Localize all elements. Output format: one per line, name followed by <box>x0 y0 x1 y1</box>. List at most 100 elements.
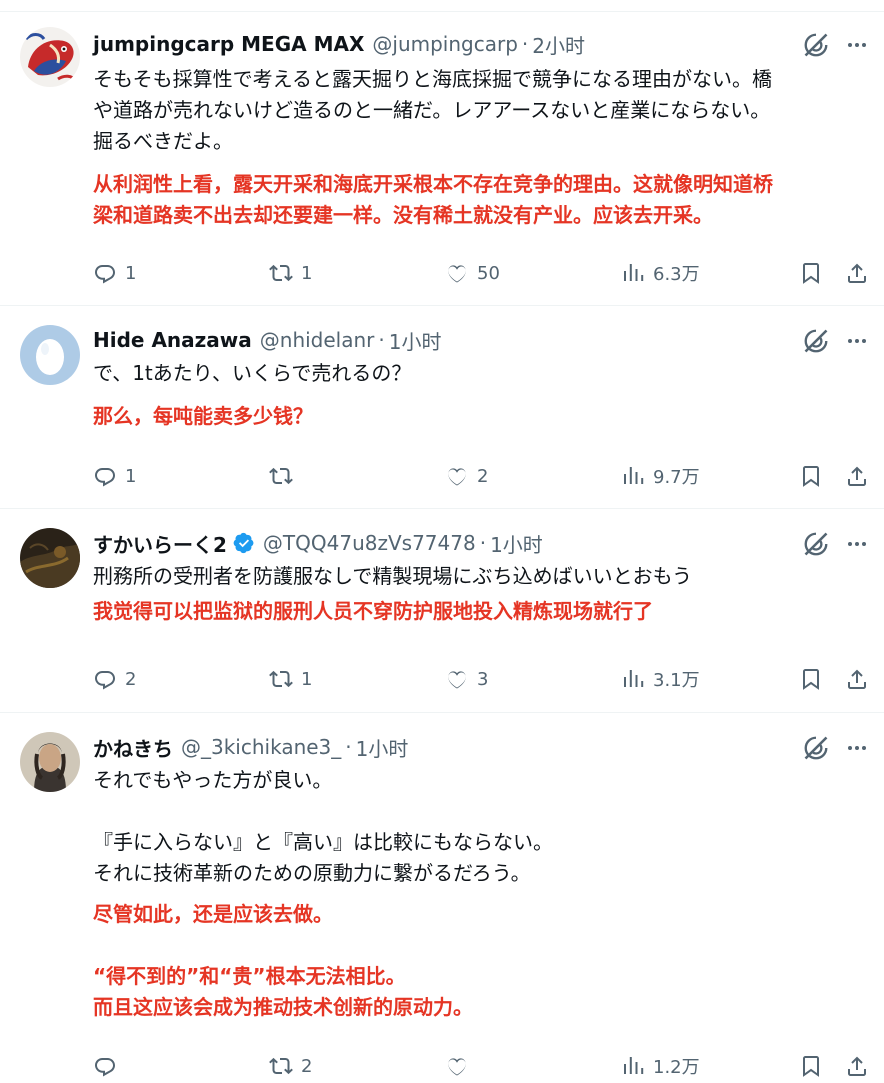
like-icon <box>445 1054 469 1078</box>
separator-dot: · <box>521 32 529 56</box>
share-icon <box>845 667 869 691</box>
reply-icon <box>93 1054 117 1078</box>
bookmark-icon <box>799 261 823 285</box>
like-icon <box>445 464 469 488</box>
display-name[interactable]: かねきち <box>93 733 173 762</box>
display-name[interactable]: Hide Anazawa <box>93 328 252 352</box>
portrait-avatar-image <box>20 732 80 792</box>
tweet-text: 刑務所の受刑者を防護服なしで精製現場にぶち込めばいいとおもう 我觉得可以把监狱的… <box>93 561 862 627</box>
repost-button[interactable]: 1 <box>269 258 312 288</box>
translation-text-line: 梁和道路卖不出去却还要建一样。没有稀土就没有产业。应该去开采。 <box>93 203 713 227</box>
action-bar: 2 1 3 3.1万 <box>93 664 873 694</box>
view-count: 6.3万 <box>653 264 700 285</box>
avatar[interactable] <box>20 528 80 588</box>
views-icon <box>621 261 645 285</box>
share-icon <box>845 261 869 285</box>
display-name[interactable]: jumpingcarp MEGA MAX <box>93 32 364 56</box>
reply-button[interactable] <box>93 1051 125 1081</box>
share-button[interactable] <box>845 664 869 694</box>
repost-count: 1 <box>301 262 313 284</box>
view-count: 3.1万 <box>653 670 700 691</box>
more-icon[interactable] <box>845 31 869 59</box>
like-count: 50 <box>477 262 500 284</box>
original-text-line: や道路が売れないけど造るのと一緒だ。レアアースないと産業にならない。 <box>93 98 771 122</box>
views-button[interactable]: 3.1万 <box>621 664 700 694</box>
original-text-line: それでもやった方が良い。 <box>93 768 333 792</box>
tweet-3[interactable]: すかいらーく2 @TQQ47u8zVs77478 · 1小时 刑務所の受刑者を防… <box>0 510 884 713</box>
tweet-header: かねきち @_3kichikane3_ · 1小时 <box>93 732 408 762</box>
translation-text-line: 从利润性上看，露天开采和海底开采根本不存在竞争的理由。这就像明知道桥 <box>93 172 773 196</box>
like-icon <box>445 667 469 691</box>
repost-count: 1 <box>301 668 313 690</box>
like-button[interactable] <box>445 1051 477 1081</box>
like-count: 3 <box>477 668 489 690</box>
verified-badge-icon <box>233 532 255 554</box>
repost-count: 2 <box>301 1055 313 1077</box>
like-button[interactable]: 3 <box>445 664 488 694</box>
timestamp[interactable]: 1小时 <box>490 529 543 558</box>
bookmark-button[interactable] <box>799 258 823 288</box>
display-name[interactable]: すかいらーく2 <box>93 529 227 558</box>
tweet-4[interactable]: かねきち @_3kichikane3_ · 1小时 それでもやった方が良い。 『… <box>0 714 884 1083</box>
grok-icon[interactable] <box>802 734 830 762</box>
tweet-text: で、1tあたり、いくらで売れるの？ 那么，每吨能卖多少钱？ <box>93 358 862 432</box>
user-handle[interactable]: @_3kichikane3_ <box>181 735 341 759</box>
views-icon <box>621 464 645 488</box>
view-count: 1.2万 <box>653 1057 700 1078</box>
like-count: 2 <box>477 465 489 487</box>
avatar[interactable] <box>20 27 80 87</box>
repost-icon <box>269 667 293 691</box>
repost-icon <box>269 261 293 285</box>
user-handle[interactable]: @jumpingcarp <box>372 32 518 56</box>
more-icon[interactable] <box>845 530 869 558</box>
repost-button[interactable]: 2 <box>269 1051 312 1081</box>
like-button[interactable]: 2 <box>445 461 488 491</box>
reply-icon <box>93 464 117 488</box>
reply-button[interactable]: 1 <box>93 258 136 288</box>
avatar[interactable] <box>20 325 80 385</box>
original-text-line: それに技術革新のための原動力に繋がるだろう。 <box>93 861 531 885</box>
timestamp[interactable]: 2小时 <box>532 30 585 59</box>
views-button[interactable]: 6.3万 <box>621 258 700 288</box>
tweet-1[interactable]: jumpingcarp MEGA MAX @jumpingcarp · 2小时 … <box>0 13 884 306</box>
carp-avatar-image <box>20 27 80 87</box>
views-icon <box>621 1054 645 1078</box>
reply-icon <box>93 261 117 285</box>
repost-button[interactable] <box>269 461 301 491</box>
more-icon[interactable] <box>845 734 869 762</box>
like-icon <box>445 261 469 285</box>
more-icon[interactable] <box>845 327 869 355</box>
separator-dot: · <box>479 531 487 555</box>
share-button[interactable] <box>845 258 869 288</box>
view-count: 9.7万 <box>653 467 700 488</box>
bookmark-icon <box>799 464 823 488</box>
timestamp[interactable]: 1小时 <box>389 326 442 355</box>
bookmark-button[interactable] <box>799 664 823 694</box>
original-text-line: 『手に入らない』と『高い』は比較にもならない。 <box>93 830 553 854</box>
like-button[interactable]: 50 <box>445 258 500 288</box>
reply-button[interactable]: 1 <box>93 461 136 491</box>
bookmark-icon <box>799 667 823 691</box>
user-handle[interactable]: @TQQ47u8zVs77478 <box>263 531 476 555</box>
grok-icon[interactable] <box>802 31 830 59</box>
share-button[interactable] <box>845 461 869 491</box>
translation-text-line: 那么，每吨能卖多少钱？ <box>93 404 313 428</box>
tweet-2[interactable]: Hide Anazawa @nhidelanr · 1小时 で、1tあたり、いく… <box>0 307 884 509</box>
user-handle[interactable]: @nhidelanr <box>260 328 375 352</box>
timestamp[interactable]: 1小时 <box>356 733 409 762</box>
views-button[interactable]: 9.7万 <box>621 461 700 491</box>
tweet-header: Hide Anazawa @nhidelanr · 1小时 <box>93 325 441 355</box>
grok-icon[interactable] <box>802 530 830 558</box>
share-icon <box>845 464 869 488</box>
reply-count: 2 <box>125 668 137 690</box>
reply-button[interactable]: 2 <box>93 664 136 694</box>
views-button[interactable]: 1.2万 <box>621 1051 700 1081</box>
bookmark-button[interactable] <box>799 1051 823 1081</box>
avatar[interactable] <box>20 732 80 792</box>
share-button[interactable] <box>845 1051 869 1081</box>
grok-icon[interactable] <box>802 327 830 355</box>
bookmark-button[interactable] <box>799 461 823 491</box>
reply-count: 1 <box>125 465 137 487</box>
repost-button[interactable]: 1 <box>269 664 312 694</box>
tweet-header: すかいらーく2 @TQQ47u8zVs77478 · 1小时 <box>93 528 543 558</box>
